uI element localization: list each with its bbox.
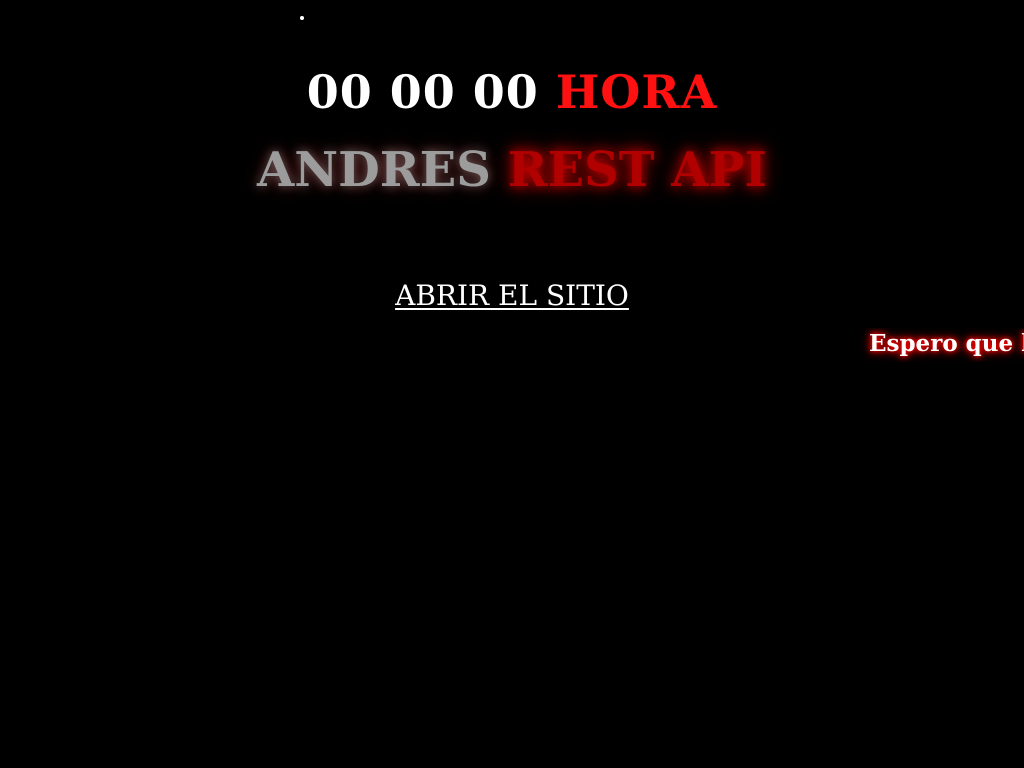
clock-time: 00 00 00 [306, 65, 539, 119]
scrolling-message-text: Espero que le [869, 330, 1024, 357]
cursor-dot [300, 16, 304, 20]
scrolling-message: Espero que le [0, 328, 1024, 362]
open-site-link[interactable]: ABRIR EL SITIO [395, 279, 629, 312]
clock-label: HORA [555, 65, 718, 119]
open-site-container: ABRIR EL SITIO [0, 276, 1024, 316]
site-title: ANDRES REST API [0, 140, 1024, 200]
site-title-name: ANDRES [257, 142, 491, 198]
site-title-subtitle: REST API [507, 142, 767, 198]
clock-display: 00 00 00 HORA [0, 62, 1024, 122]
